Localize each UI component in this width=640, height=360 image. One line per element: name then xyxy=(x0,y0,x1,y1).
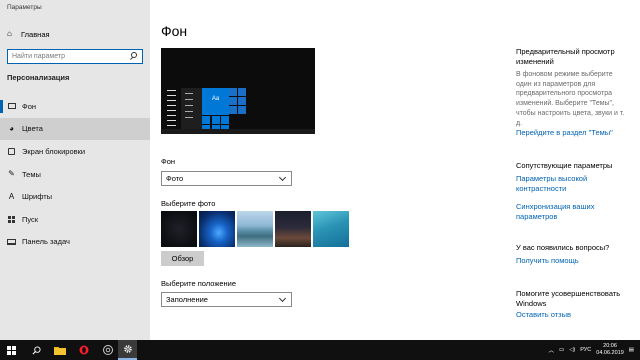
palette-icon: ◕ xyxy=(9,123,14,133)
section-title: Персонализация xyxy=(7,73,70,82)
opera-icon xyxy=(79,345,89,355)
taskbar-search-button[interactable] xyxy=(25,340,47,360)
opera-button[interactable] xyxy=(73,340,95,360)
notifications-icon[interactable]: ▤ xyxy=(629,347,634,353)
improve-heading: Помогите усовершенствовать Windows xyxy=(516,289,621,308)
fit-label: Выберите положение xyxy=(161,279,237,288)
sidebar-item-colors[interactable]: ◕ Цвета xyxy=(0,117,150,141)
home-icon: ⌂ xyxy=(7,29,12,38)
system-tray: ︿ ▭ ◁) РУС 20:06 04.06.2019 ▤ xyxy=(548,340,634,360)
photo-thumb-dark[interactable] xyxy=(161,211,197,247)
taskbar-icon xyxy=(7,237,16,246)
background-select-value: Фото xyxy=(166,174,184,183)
language-indicator[interactable]: РУС xyxy=(580,347,591,353)
folder-icon xyxy=(54,346,66,355)
preview-description: В фоновом режиме выберите один из параме… xyxy=(516,71,625,127)
preview-start-list xyxy=(181,88,202,134)
taskbar: ︿ ▭ ◁) РУС 20:06 04.06.2019 ▤ xyxy=(0,340,640,360)
preview-taskbar xyxy=(161,129,315,134)
sidebar-item-taskbar[interactable]: Панель задач xyxy=(0,231,150,254)
sidebar-item-label: Фон xyxy=(22,101,37,111)
preview-tiles-side xyxy=(229,88,247,114)
sidebar-item-lock-screen[interactable]: Экран блокировки xyxy=(0,140,150,163)
sync-link[interactable]: Синхронизация ваших параметров xyxy=(516,202,634,222)
sidebar-item-label: Пуск xyxy=(22,214,39,224)
choose-photo-label: Выберите фото xyxy=(161,199,216,208)
browser-button[interactable] xyxy=(97,340,119,360)
preview-rail xyxy=(167,90,176,130)
sidebar: Параметры ⌂ Главная Найти параметр Персо… xyxy=(0,0,150,340)
windows-logo-icon xyxy=(7,345,16,355)
nav-home-label: Главная xyxy=(21,29,50,39)
sidebar-item-background[interactable]: Фон xyxy=(0,95,150,118)
preview-heading: Предварительный просмотр изменений xyxy=(516,47,615,66)
volume-icon[interactable]: ◁) xyxy=(569,347,575,353)
background-label: Фон xyxy=(161,157,176,166)
font-icon: A xyxy=(8,191,15,201)
chevron-up-icon[interactable]: ︿ xyxy=(548,346,554,354)
chevron-down-icon xyxy=(278,294,287,302)
themes-link[interactable]: Перейдите в раздел "Темы" xyxy=(516,128,634,138)
photo-thumbnails xyxy=(161,211,349,247)
search-icon xyxy=(32,345,41,354)
gear-icon xyxy=(123,345,132,353)
start-icon xyxy=(7,215,16,224)
browser-icon xyxy=(103,345,113,355)
search-input[interactable]: Найти параметр xyxy=(12,53,129,60)
sidebar-item-fonts[interactable]: A Шрифты xyxy=(0,185,150,208)
window-title: Параметры xyxy=(7,4,42,11)
nav-home[interactable]: ⌂ Главная xyxy=(0,26,150,42)
question-heading: У вас появились вопросы? xyxy=(516,243,610,252)
search-icon[interactable] xyxy=(129,51,139,62)
sidebar-item-label: Цвета xyxy=(22,124,43,134)
sidebar-item-label: Панель задач xyxy=(22,237,70,247)
nav-list: Фон ◕ Цвета Экран блокировки ✎ Темы A Шр… xyxy=(0,95,150,253)
start-button[interactable] xyxy=(0,340,23,360)
feedback-link[interactable]: Оставить отзыв xyxy=(516,310,634,320)
clock-date: 04.06.2019 xyxy=(596,350,624,356)
clock[interactable]: 20:06 04.06.2019 xyxy=(596,343,624,357)
photo-thumb-beach[interactable] xyxy=(237,211,273,247)
settings-taskbar-button[interactable] xyxy=(118,340,137,360)
sidebar-item-label: Темы xyxy=(22,169,41,179)
desktop-preview: Aa xyxy=(161,48,315,134)
sidebar-item-start[interactable]: Пуск xyxy=(0,208,150,231)
preview-tile: Aa xyxy=(202,88,229,115)
clock-time: 20:06 xyxy=(603,343,617,349)
photo-thumb-windows-light[interactable] xyxy=(199,211,235,247)
photo-thumb-underwater[interactable] xyxy=(313,211,349,247)
lock-screen-icon xyxy=(7,147,16,156)
photo-thumb-night-sky[interactable] xyxy=(275,211,311,247)
sidebar-item-label: Шрифты xyxy=(22,192,53,202)
network-icon[interactable]: ▭ xyxy=(559,347,564,353)
page-title: Фон xyxy=(161,23,188,39)
brush-icon: ✎ xyxy=(8,169,15,179)
image-icon xyxy=(7,102,16,111)
background-select[interactable]: Фото xyxy=(161,171,292,186)
chevron-down-icon xyxy=(278,173,287,181)
sidebar-item-themes[interactable]: ✎ Темы xyxy=(0,163,150,186)
fit-select-value: Заполнение xyxy=(166,295,208,304)
related-heading: Сопутствующие параметры xyxy=(516,161,613,170)
main-content: Фон Aa Фон Фото Выберите фото Обзор Выбе… xyxy=(150,0,495,340)
help-link[interactable]: Получить помощь xyxy=(516,256,634,266)
fit-select[interactable]: Заполнение xyxy=(161,292,292,307)
search-box[interactable]: Найти параметр xyxy=(7,49,143,64)
file-explorer-button[interactable] xyxy=(49,340,71,360)
browse-button[interactable]: Обзор xyxy=(161,251,204,266)
sidebar-item-label: Экран блокировки xyxy=(22,146,86,156)
high-contrast-link[interactable]: Параметры высокой контрастности xyxy=(516,174,634,194)
